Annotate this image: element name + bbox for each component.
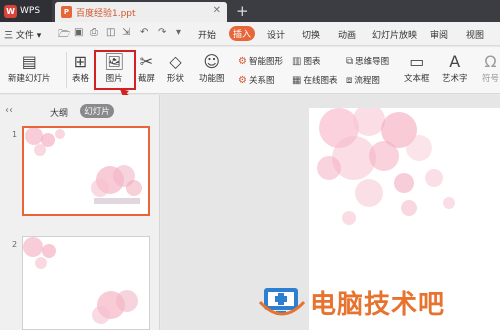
omega-icon: Ω [484,52,497,71]
icon-library-icon: ☺ [203,52,221,71]
open-icon[interactable]: 🗁 [58,27,70,44]
title-bar: W WPS P 百度经验1.ppt ✕ + [0,0,500,22]
table-icon: ⊞ [73,52,88,71]
tab-view[interactable]: 视图 [466,28,484,41]
document-tab[interactable]: P 百度经验1.ppt ✕ [55,2,227,22]
chart-button[interactable]: ▥ 图表 [292,55,321,68]
tab-outline[interactable]: 大纲 [50,106,68,119]
tab-review[interactable]: 审阅 [430,28,448,41]
export-icon[interactable]: ⇲ [122,27,130,38]
tab-home[interactable]: 开始 [198,28,216,41]
wps-label: WPS [20,6,41,16]
file-menu-button[interactable]: 三 文件 ▾ [4,28,41,41]
tab-slideshow[interactable]: 幻灯片放映 [372,28,417,41]
new-slide-icon: ▤ [21,52,37,71]
picture-highlight-box [94,50,136,90]
shape-icon: ◇ [169,52,182,71]
textbox-button[interactable]: ▭ 文本框 [404,52,430,84]
save-icon[interactable]: ▣ [74,27,83,38]
new-slide-button[interactable]: ▤ 新建幻灯片 [8,52,51,84]
collapse-pane-icon[interactable]: ‹‹ [5,105,13,116]
mind-map-label: 思维导图 [355,57,390,67]
flowchart-icon: ⧈ [346,74,353,86]
ribbon-tab-row: 三 文件 ▾ 🗁 ▣ ⎙ ◫ ⇲ ↶ ↷ ▾ 开始 插入 设计 切换 动画 幻灯… [0,22,500,46]
watermark: 电脑技术吧 [258,282,445,322]
mind-map-button[interactable]: ⧉ 思维导图 [346,55,390,68]
close-tab-icon[interactable]: ✕ [213,5,221,16]
undo-icon[interactable]: ↶ [140,27,148,38]
print-icon[interactable]: ⎙ [90,27,98,38]
mind-map-icon: ⧉ [346,55,354,67]
slides-pane: ‹‹ 大纲 幻灯片 1 2 [0,95,160,330]
shape-label: 形状 [167,74,185,84]
shape-button[interactable]: ◇ 形状 [167,52,184,84]
document-title: 百度经验1.ppt [76,8,136,19]
wordart-button[interactable]: A 艺术字 [442,52,468,84]
slide-thumbnail-2[interactable] [22,236,150,330]
smart-shape-icon: ⚙ [238,55,247,67]
wps-home-tab[interactable]: W WPS [0,0,52,22]
redo-icon[interactable]: ↷ [158,27,166,38]
online-chart-label: 在线图表 [303,76,338,86]
wps-logo-icon: W [4,4,17,18]
relation-icon: ⚙ [238,74,247,86]
slide-thumbnail-1[interactable] [22,126,150,216]
watermark-text: 电脑技术吧 [310,289,446,320]
computer-logo-icon [258,288,306,316]
smart-shape-label: 智能图形 [248,57,283,67]
tab-transition[interactable]: 切换 [302,28,320,41]
slide-number-2: 2 [12,240,18,249]
slide-number-1: 1 [12,130,18,139]
more-icon[interactable]: ▾ [176,27,181,38]
online-chart-button[interactable]: ▦ 在线图表 [292,74,338,87]
tab-animation[interactable]: 动画 [338,28,356,41]
new-tab-plus-icon[interactable]: + [236,2,249,20]
screenshot-button[interactable]: ✂ 截屏 [138,52,155,84]
wordart-label: 艺术字 [442,74,468,84]
new-slide-label: 新建幻灯片 [8,74,51,84]
relation-button[interactable]: ⚙ 关系图 [238,74,275,87]
ppt-file-icon: P [61,6,72,18]
tab-insert[interactable]: 插入 [229,26,255,41]
chart-label: 图表 [303,57,321,67]
tab-slides[interactable]: 幻灯片 [80,104,114,118]
smart-shape-button[interactable]: ⚙ 智能图形 [238,55,283,68]
icons-label: 功能图 [199,74,225,84]
tab-design[interactable]: 设计 [267,28,285,41]
table-label: 表格 [72,74,90,84]
wordart-icon: A [449,52,461,71]
relation-label: 关系图 [248,76,275,86]
textbox-label: 文本框 [404,74,430,84]
scissors-icon: ✂ [139,52,154,71]
textbox-icon: ▭ [409,52,425,71]
flowchart-button[interactable]: ⧈ 流程图 [346,74,380,87]
floral-thumbnail-image-2 [23,237,138,324]
symbol-button[interactable]: Ω 符号 [482,52,499,84]
flowchart-label: 流程图 [354,76,380,86]
divider [66,52,67,88]
icons-button[interactable]: ☺ 功能图 [199,52,225,84]
table-button[interactable]: ⊞ 表格 [72,52,89,84]
floral-thumbnail-image-1 [25,128,142,204]
screenshot-label: 截屏 [138,74,156,84]
online-chart-icon: ▦ [292,74,302,86]
chart-icon: ▥ [292,55,302,67]
symbol-label: 符号 [482,74,500,84]
preview-icon[interactable]: ◫ [106,27,115,38]
